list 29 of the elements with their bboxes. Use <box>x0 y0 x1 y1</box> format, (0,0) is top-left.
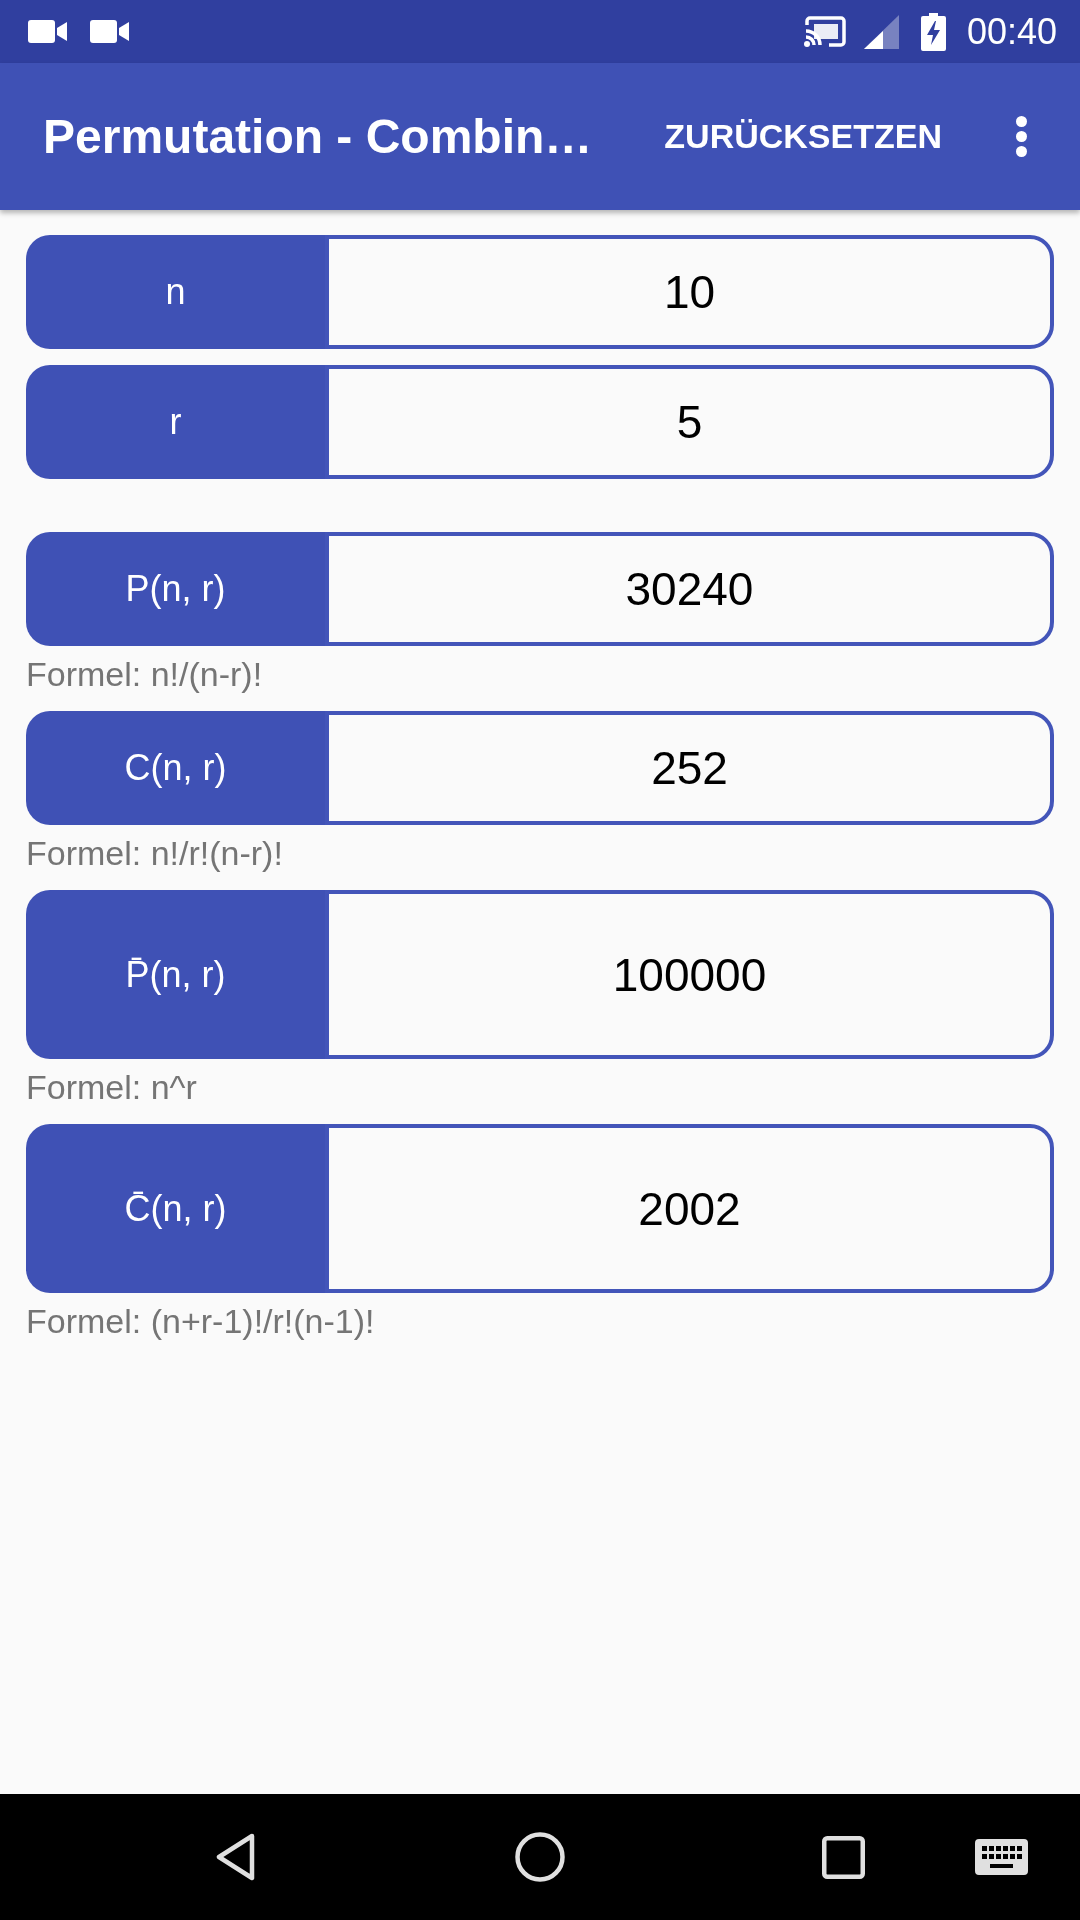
app-title: Permutation - Combin… <box>43 108 594 165</box>
result-field: 252 <box>325 711 1054 825</box>
result-field: 100000 <box>325 890 1054 1059</box>
input-field[interactable]: 10 <box>325 235 1054 349</box>
cast-icon <box>803 16 846 47</box>
signal-icon <box>863 14 899 49</box>
video-camera-icon <box>90 19 129 44</box>
field-label: n <box>26 235 325 349</box>
recent-apps-icon[interactable] <box>822 1835 865 1879</box>
field-label: P̄(n, r) <box>26 890 325 1059</box>
input-field[interactable]: 5 <box>325 365 1054 479</box>
back-icon[interactable] <box>215 1833 256 1881</box>
clock-time: 00:40 <box>966 11 1057 52</box>
formula-text: Formel: n^r <box>26 1067 198 1107</box>
field-label: C(n, r) <box>26 711 325 825</box>
formula-text: Formel: (n+r-1)!/r!(n-1)! <box>26 1301 376 1341</box>
formula-text: Formel: n!/(n-r)! <box>26 654 264 694</box>
formula-text: Formel: n!/r!(n-r)! <box>26 833 284 873</box>
home-icon[interactable] <box>515 1832 565 1882</box>
field-label: r <box>26 365 325 479</box>
field-label: P(n, r) <box>26 532 325 646</box>
video-camera-icon <box>28 19 67 44</box>
battery-charging-icon <box>920 12 946 51</box>
result-field: 30240 <box>325 532 1054 646</box>
result-field: 2002 <box>325 1124 1054 1293</box>
field-label: C̄(n, r) <box>26 1124 325 1293</box>
reset-button[interactable]: ZURÜCKSETZEN <box>656 107 950 166</box>
more-options-icon[interactable] <box>1016 116 1027 157</box>
keyboard-icon[interactable] <box>975 1839 1028 1875</box>
